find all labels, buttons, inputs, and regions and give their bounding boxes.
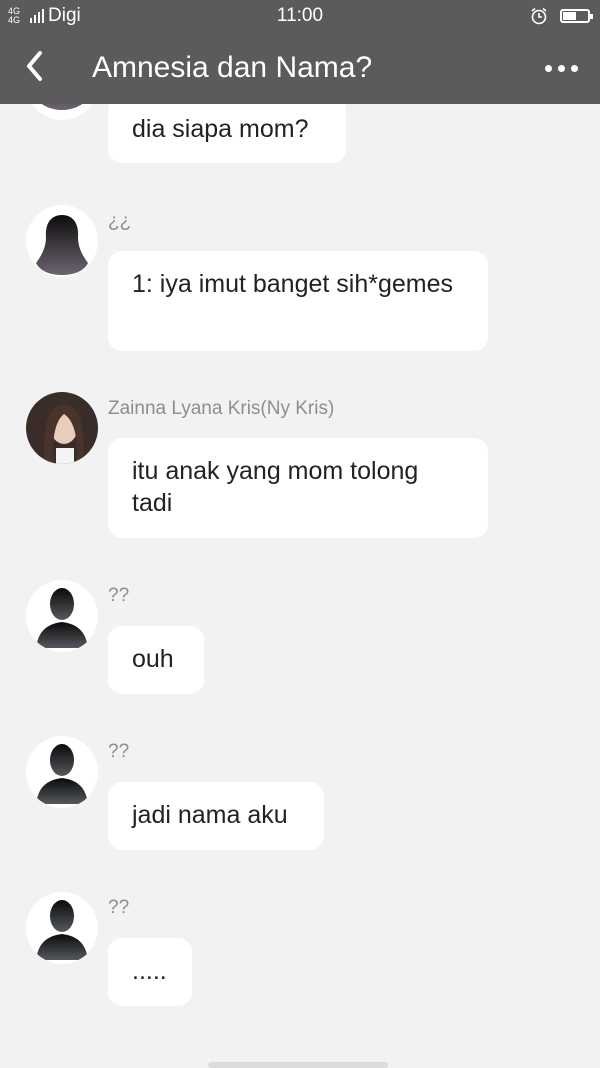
message-text: dia siapa mom?	[132, 115, 309, 143]
message-text: .....	[132, 957, 167, 985]
message-bubble[interactable]: jadi nama aku	[108, 782, 324, 850]
message-bubble[interactable]: ouh	[108, 626, 204, 694]
page-title: Amnesia dan Nama?	[92, 51, 373, 84]
male-silhouette-icon	[36, 900, 88, 960]
profile-photo-icon	[26, 392, 98, 464]
dot-icon	[558, 64, 565, 72]
male-silhouette-icon	[36, 588, 88, 648]
dot-icon	[571, 64, 578, 72]
status-icons	[530, 7, 593, 25]
message-bubble[interactable]: dia siapa mom?	[108, 96, 346, 163]
chat-thread[interactable]: dia siapa mom? ¿¿ 1: iya imut banget sih…	[0, 0, 600, 1068]
alarm-icon	[531, 7, 547, 25]
battery-icon	[560, 9, 593, 23]
header-bar: Amnesia dan Nama?	[0, 32, 600, 104]
sender-name: ??	[108, 741, 130, 762]
message-text: itu anak yang mom tolong tadi	[132, 457, 419, 517]
sender-name: ??	[108, 585, 130, 606]
avatar[interactable]	[26, 205, 98, 277]
clock: 11:00	[276, 5, 324, 26]
sender-name: Zainna Lyana Kris(Ny Kris)	[108, 398, 335, 419]
scroll-handle[interactable]	[208, 1062, 388, 1068]
message-text: jadi nama aku	[132, 801, 288, 829]
avatar[interactable]	[26, 736, 98, 808]
message-bubble[interactable]: 1: iya imut banget sih*gemes	[108, 251, 488, 351]
status-bar: 4G 4G Digi 11:00	[0, 0, 600, 32]
sender-name: ??	[108, 897, 130, 918]
message-text: ouh	[132, 645, 174, 673]
sender-name: ¿¿	[108, 211, 132, 232]
male-silhouette-icon	[36, 744, 88, 804]
message-bubble[interactable]: .....	[108, 938, 192, 1006]
female-silhouette-icon	[36, 215, 88, 275]
dot-icon	[545, 64, 552, 72]
message-bubble[interactable]: itu anak yang mom tolong tadi	[108, 438, 488, 538]
battery-level	[563, 12, 577, 20]
avatar[interactable]	[26, 392, 98, 464]
chevron-left-icon	[27, 51, 42, 81]
more-options-button[interactable]	[538, 58, 578, 78]
back-button[interactable]	[20, 46, 50, 86]
message-text: 1: iya imut banget sih*gemes	[132, 270, 454, 298]
avatar[interactable]	[26, 892, 98, 964]
avatar[interactable]	[26, 580, 98, 652]
